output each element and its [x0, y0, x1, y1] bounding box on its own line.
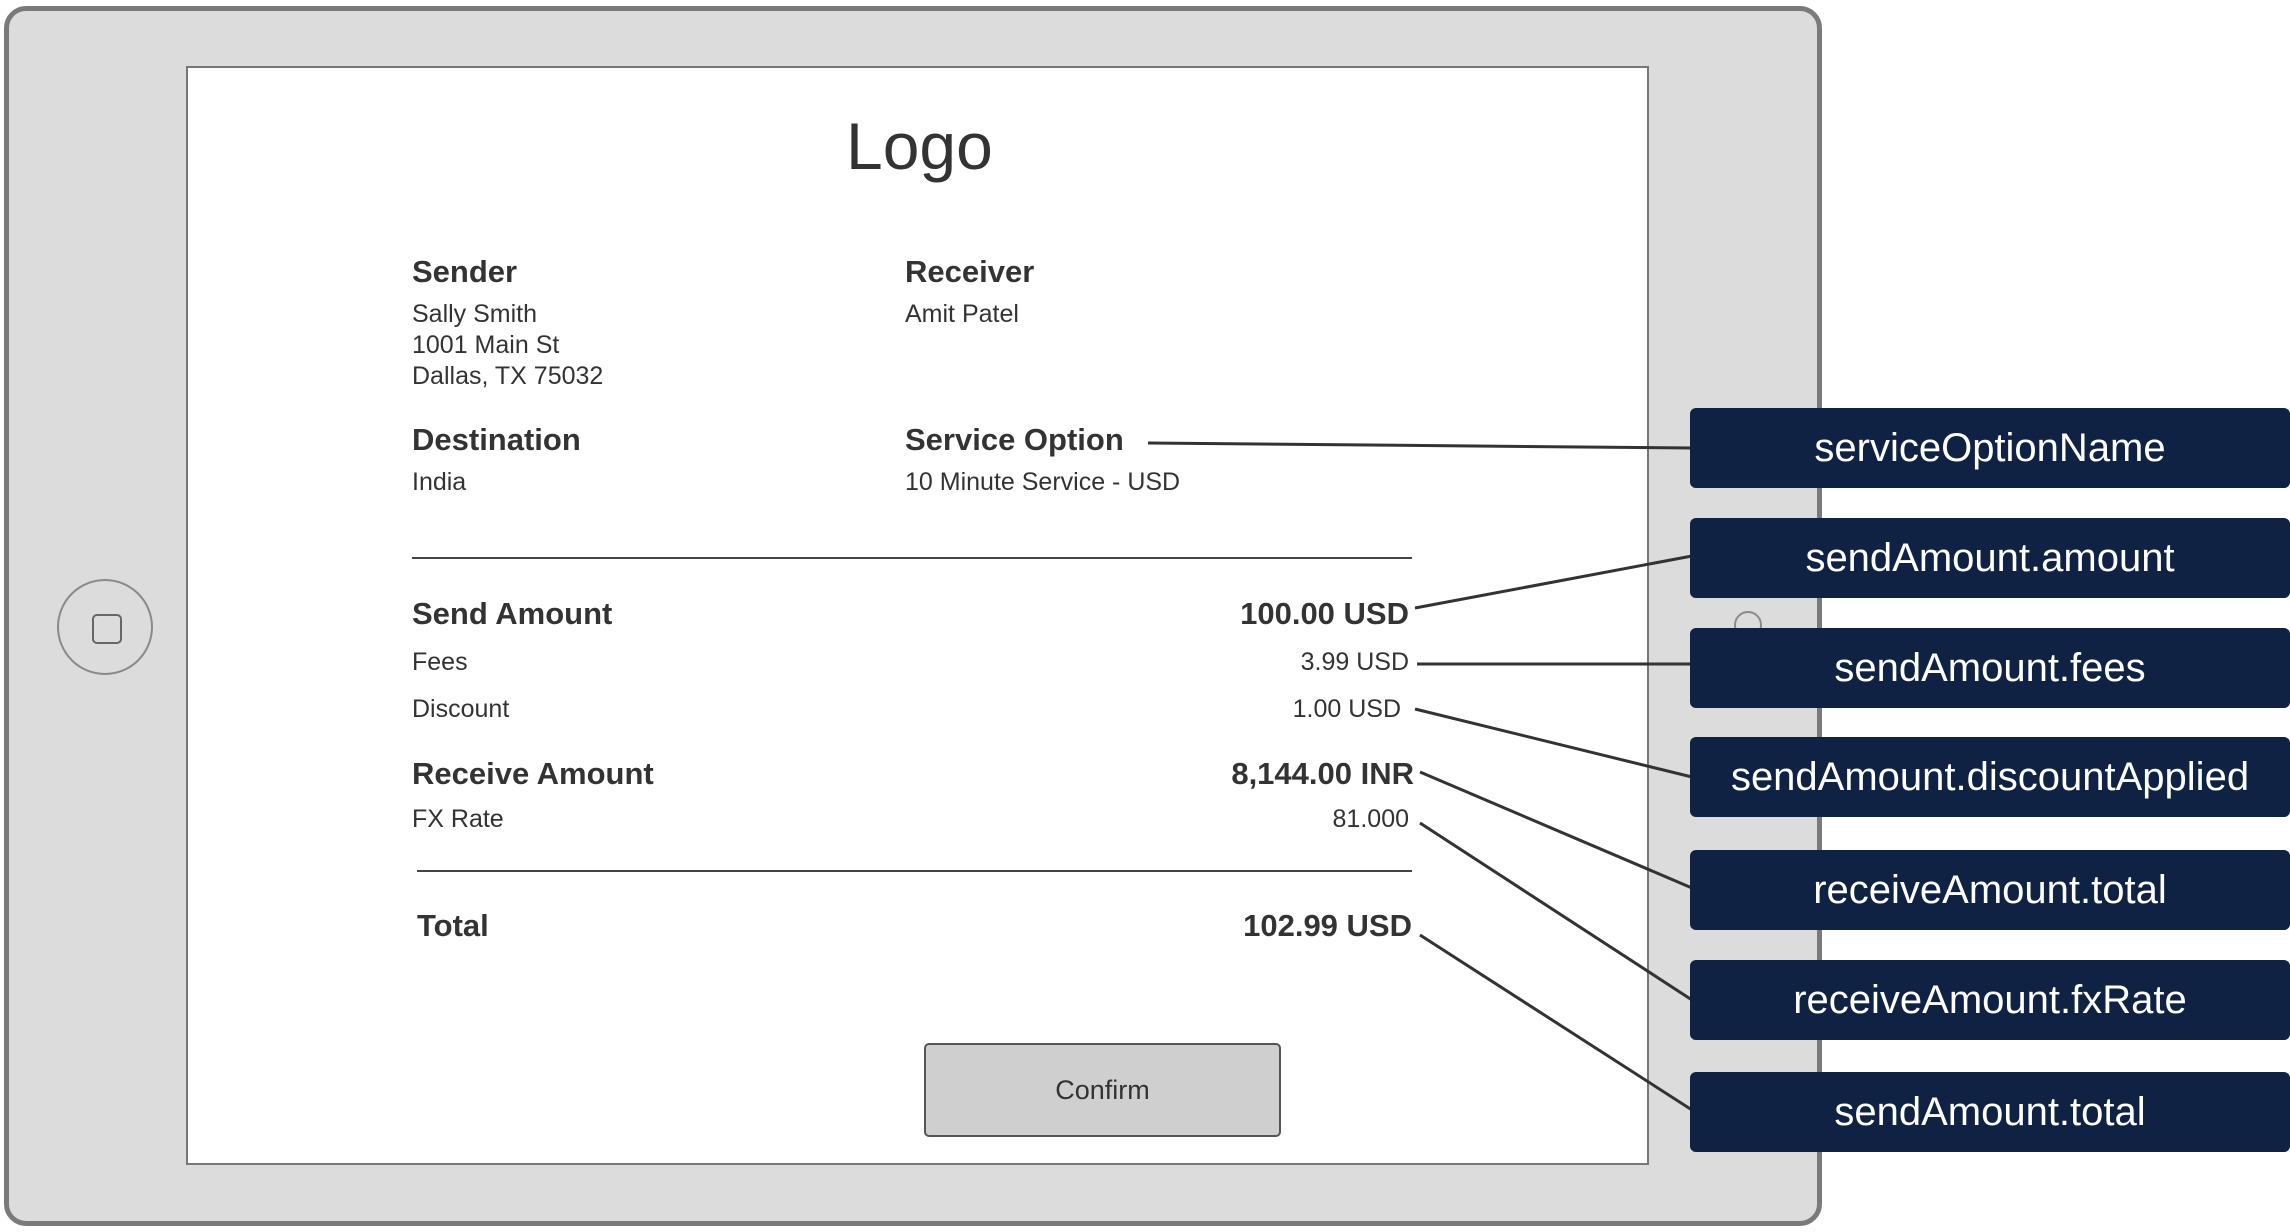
- fx-rate-label: FX Rate: [412, 805, 504, 833]
- send-amount-label: Send Amount: [412, 596, 613, 631]
- fees-label: Fees: [412, 648, 468, 676]
- annotation-send-amount-fees: sendAmount.fees: [1690, 628, 2290, 708]
- receiver-label: Receiver: [905, 254, 1035, 289]
- logo: Logo: [846, 109, 993, 183]
- service-option-label: Service Option: [905, 422, 1124, 457]
- home-button[interactable]: [57, 579, 153, 675]
- annotation-receive-amount-fxrate: receiveAmount.fxRate: [1690, 960, 2290, 1040]
- annotation-send-amount-amount: sendAmount.amount: [1690, 518, 2290, 598]
- discount-label: Discount: [412, 695, 510, 723]
- sender-city: Dallas, TX 75032: [412, 362, 604, 390]
- sender-street: 1001 Main St: [412, 331, 560, 359]
- receive-amount-value: 8,144.00 INR: [1231, 756, 1414, 791]
- app-screen: Logo Sender Sally Smith 1001 Main St Dal…: [186, 66, 1649, 1165]
- service-option-value: 10 Minute Service - USD: [905, 468, 1181, 496]
- receive-amount-label: Receive Amount: [412, 756, 654, 791]
- annotation-send-amount-total: sendAmount.total: [1690, 1072, 2290, 1152]
- sender-label: Sender: [412, 254, 518, 289]
- annotation-service-option-name: serviceOptionName: [1690, 408, 2290, 488]
- home-square-icon: [92, 614, 122, 644]
- sender-name: Sally Smith: [412, 300, 538, 328]
- discount-value: 1.00 USD: [1292, 695, 1401, 723]
- divider-top: [412, 557, 1412, 559]
- total-label: Total: [417, 908, 489, 943]
- annotation-receive-amount-total: receiveAmount.total: [1690, 850, 2290, 930]
- fx-rate-value: 81.000: [1332, 805, 1409, 833]
- send-amount-value: 100.00 USD: [1240, 596, 1409, 631]
- fees-value: 3.99 USD: [1300, 648, 1409, 676]
- divider-bottom: [417, 870, 1412, 872]
- annotation-send-amount-discount: sendAmount.discountApplied: [1690, 737, 2290, 817]
- confirm-button[interactable]: Confirm: [924, 1043, 1281, 1137]
- total-value: 102.99 USD: [1243, 908, 1412, 943]
- destination-value: India: [412, 468, 467, 496]
- receiver-name: Amit Patel: [905, 300, 1019, 328]
- destination-label: Destination: [412, 422, 581, 457]
